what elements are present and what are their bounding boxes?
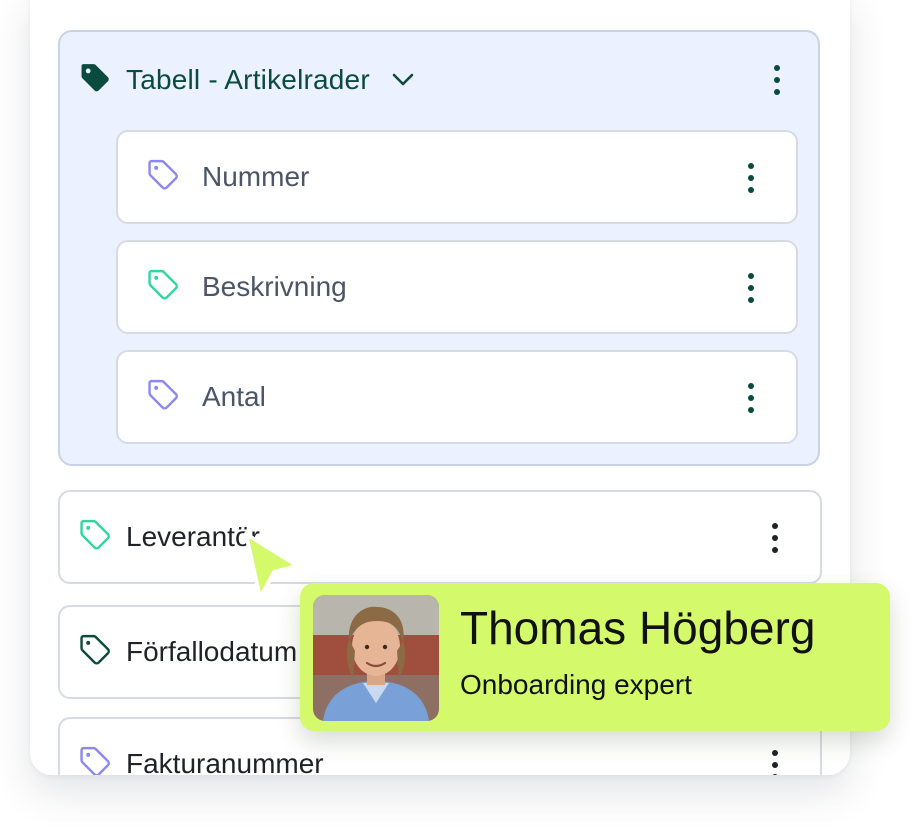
tag-icon	[78, 633, 112, 672]
more-options-icon[interactable]	[746, 162, 756, 194]
field-row-leverantor[interactable]: Leverantör	[58, 490, 822, 584]
tag-filled-icon	[78, 61, 112, 100]
group-more-icon[interactable]	[772, 64, 782, 96]
tag-icon	[146, 158, 180, 197]
tag-icon	[146, 378, 180, 417]
more-options-icon[interactable]	[746, 382, 756, 414]
group-title: Tabell - Artikelrader	[126, 64, 370, 95]
table-group-artikelrader[interactable]: Tabell - Artikelrader Nummer Beskrivning	[58, 30, 820, 466]
tooltip-name: Thomas Högberg	[460, 602, 816, 654]
field-label: Fakturanummer	[126, 748, 324, 775]
field-label: Nummer	[202, 161, 310, 192]
tag-icon	[78, 518, 112, 557]
chevron-down-icon[interactable]	[392, 73, 414, 87]
more-options-icon[interactable]	[770, 522, 780, 554]
user-tooltip: Thomas Högberg Onboarding expert	[300, 583, 890, 731]
more-options-icon[interactable]	[770, 749, 780, 775]
field-row-beskrivning[interactable]: Beskrivning	[116, 240, 798, 334]
tag-icon	[146, 268, 180, 307]
field-label: Beskrivning	[202, 271, 347, 302]
field-label: Förfallodatum	[126, 636, 298, 667]
avatar	[313, 595, 439, 721]
tag-icon	[78, 745, 112, 775]
group-header[interactable]: Tabell - Artikelrader	[78, 62, 414, 98]
more-options-icon[interactable]	[746, 272, 756, 304]
tooltip-role: Onboarding expert	[460, 669, 692, 700]
field-row-nummer[interactable]: Nummer	[116, 130, 798, 224]
field-label: Antal	[202, 381, 266, 412]
cursor-pointer-icon	[238, 528, 308, 613]
field-row-antal[interactable]: Antal	[116, 350, 798, 444]
